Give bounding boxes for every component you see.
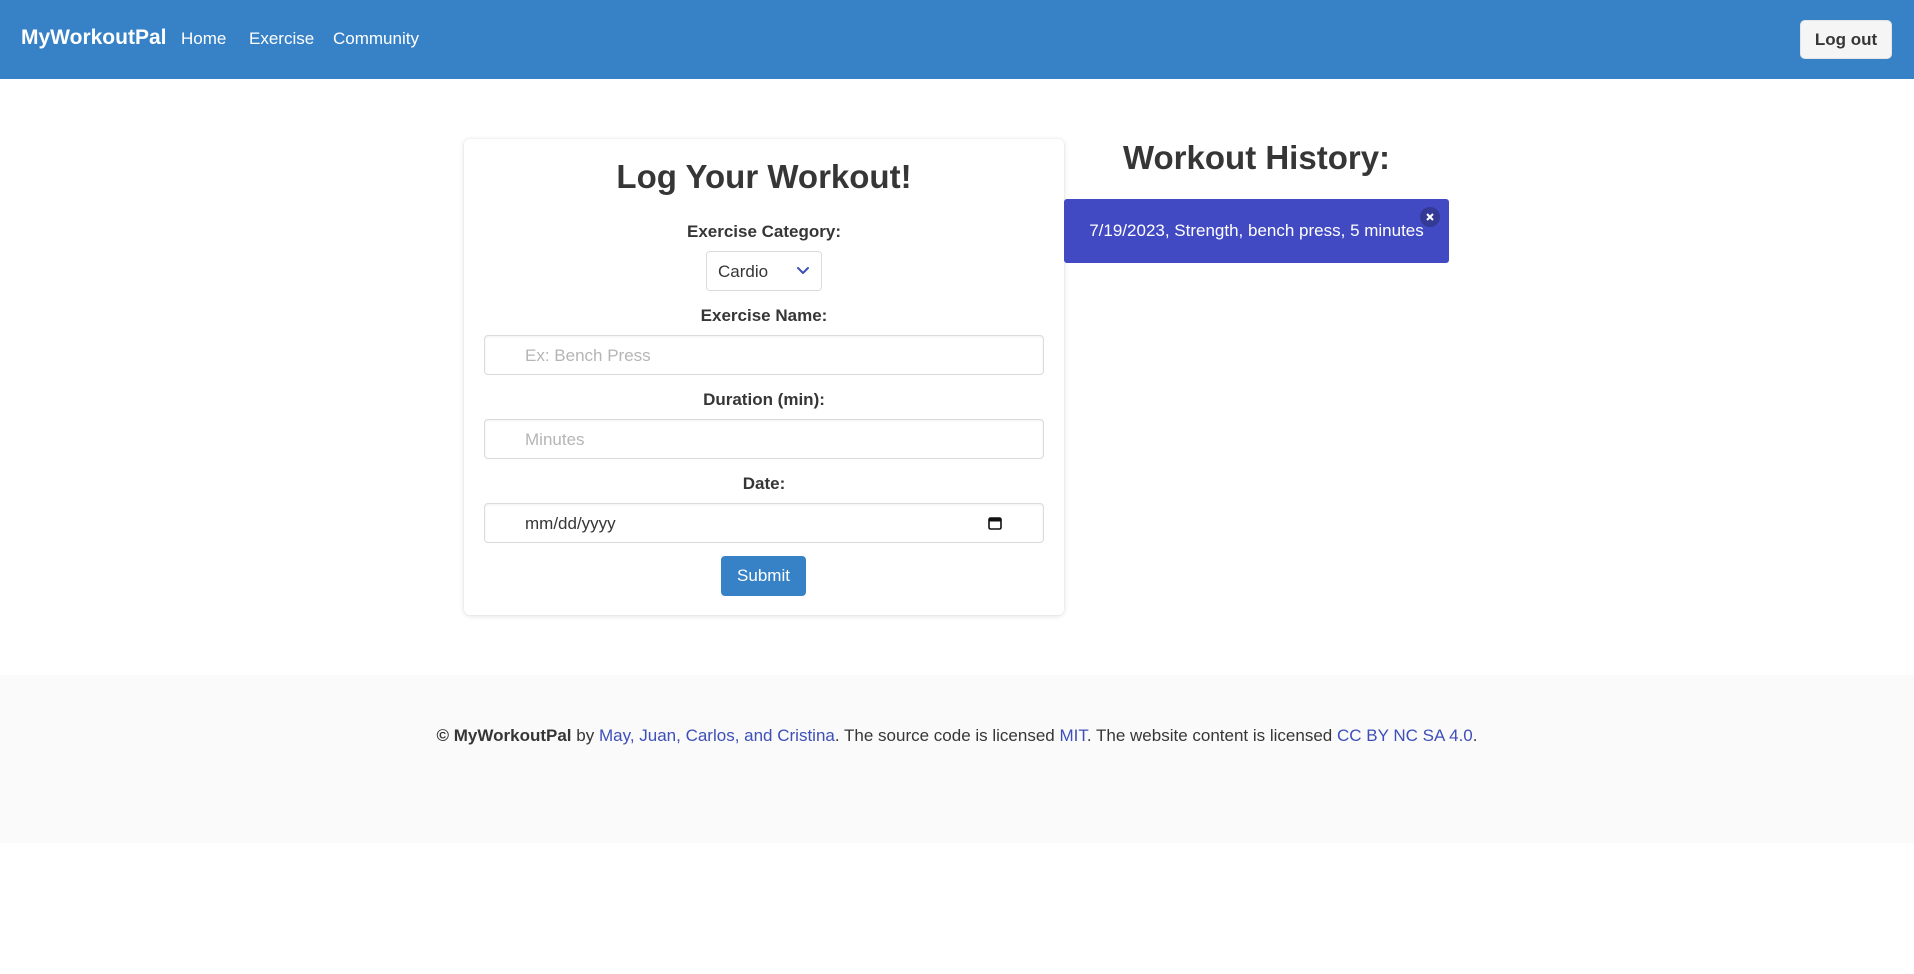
footer-brand: MyWorkoutPal (453, 726, 572, 745)
close-icon (1426, 213, 1434, 221)
duration-label: Duration (min): (703, 390, 825, 409)
brand-logo[interactable]: MyWorkoutPal (21, 26, 166, 50)
delete-entry-button[interactable] (1420, 207, 1440, 227)
date-placeholder: mm/dd/yyyy (525, 514, 616, 533)
category-select-value: Cardio (718, 262, 769, 281)
navbar: MyWorkoutPal Home Exercise Community Log… (0, 0, 1914, 79)
footer (0, 675, 1914, 843)
history-entry[interactable]: 7/19/2023, Strength, bench press, 5 minu… (1064, 199, 1449, 263)
nav-link-home[interactable]: Home (181, 29, 226, 49)
duration-input[interactable]: Minutes (484, 419, 1044, 459)
exercise-name-placeholder: Ex: Bench Press (525, 346, 651, 365)
form-title: Log Your Workout! (616, 158, 912, 195)
date-label: Date: (742, 474, 786, 493)
exercise-name-input[interactable]: Ex: Bench Press (484, 335, 1044, 375)
footer-text: © MyWorkoutPal by May, Juan, Carlos, and… (0, 726, 1914, 746)
footer-content-text: . The website content is licensed (1086, 726, 1333, 745)
history-entry-text: 7/19/2023, Strength, bench press, 5 minu… (1089, 221, 1424, 240)
logout-button[interactable]: Log out (1800, 20, 1892, 59)
mit-license-link[interactable]: MIT (1059, 726, 1086, 745)
chevron-down-icon (797, 267, 809, 274)
exercise-name-label: Exercise Name: (700, 306, 828, 325)
cc-license-link[interactable]: CC BY NC SA 4.0 (1337, 726, 1473, 745)
history-title: Workout History: (1122, 139, 1391, 176)
submit-button[interactable]: Submit (721, 556, 806, 596)
category-select[interactable]: Cardio (706, 251, 822, 291)
calendar-icon[interactable] (987, 515, 1003, 531)
category-label: Exercise Category: (686, 222, 842, 241)
footer-by: by (576, 726, 595, 745)
footer-end: . (1472, 726, 1478, 745)
footer-source-text: . The source code is licensed (834, 726, 1055, 745)
copyright-symbol: © (436, 726, 450, 745)
nav-link-community[interactable]: Community (333, 29, 419, 49)
nav-link-exercise[interactable]: Exercise (249, 29, 314, 49)
date-input[interactable]: mm/dd/yyyy (484, 503, 1044, 543)
duration-placeholder: Minutes (525, 430, 585, 449)
workout-form-card (464, 139, 1064, 615)
authors-link[interactable]: May, Juan, Carlos, and Cristina (599, 726, 835, 745)
